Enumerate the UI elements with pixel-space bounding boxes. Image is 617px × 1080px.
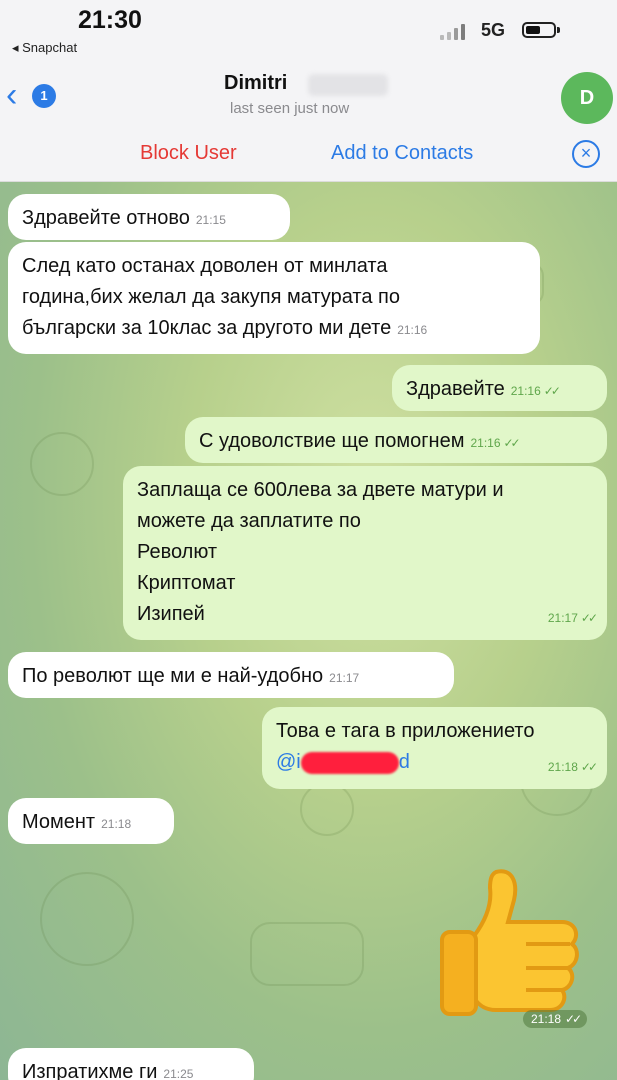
message-line: година,бих желал да закупя матурата по bbox=[22, 286, 400, 308]
message-text: Изпратихме ги bbox=[22, 1061, 158, 1080]
thumbs-up-icon bbox=[440, 869, 579, 1016]
double-check-icon: ✓✓ bbox=[580, 760, 598, 774]
signal-icon bbox=[440, 24, 470, 40]
message-bubble-incoming[interactable]: Момент 21:18 bbox=[8, 798, 174, 844]
contact-name[interactable]: Dimitri bbox=[224, 72, 287, 95]
chat-header: ‹ 1 Dimitri last seen just now D bbox=[0, 62, 617, 130]
contact-action-bar: Block User Add to Contacts × bbox=[0, 130, 617, 182]
message-time: 21:18 bbox=[531, 1012, 562, 1026]
message-bubble-incoming[interactable]: Изпратихме ги 21:25 bbox=[8, 1048, 254, 1080]
battery-tip bbox=[557, 27, 560, 33]
double-check-icon: ✓✓ bbox=[503, 436, 521, 450]
add-to-contacts-button[interactable]: Add to Contacts bbox=[331, 142, 473, 165]
message-time: 21:16 bbox=[510, 384, 541, 398]
message-line: Това е тага в приложението bbox=[276, 720, 535, 742]
mention-link-end[interactable]: d bbox=[399, 751, 410, 773]
message-text: Здравейте отново bbox=[22, 207, 190, 229]
message-time: 21:16 bbox=[397, 323, 428, 337]
close-icon[interactable]: × bbox=[572, 140, 600, 168]
message-time: 21:17 bbox=[329, 671, 360, 685]
message-bubble-outgoing[interactable]: Здравейте 21:16 ✓✓ bbox=[392, 365, 607, 411]
network-type: 5G bbox=[481, 20, 506, 40]
last-seen-status: last seen just now bbox=[230, 100, 350, 117]
message-time: 21:15 bbox=[195, 213, 226, 227]
message-text: Момент bbox=[22, 811, 96, 833]
message-bubble-incoming[interactable]: Здравейте отново 21:15 bbox=[8, 194, 290, 240]
message-line: български за 10клас за другото ми дете bbox=[22, 317, 392, 339]
message-text: По револют ще ми е най-удобно bbox=[22, 665, 324, 687]
status-time: 21:30 bbox=[78, 6, 142, 34]
message-text: С удоволствие ще помогнем bbox=[199, 430, 465, 452]
message-bubble-incoming[interactable]: След като останах доволен от минлата год… bbox=[8, 242, 540, 354]
message-bubble-outgoing[interactable]: С удоволствие ще помогнем 21:16 ✓✓ bbox=[185, 417, 607, 463]
double-check-icon: ✓✓ bbox=[543, 384, 561, 398]
redacted-username bbox=[300, 751, 399, 774]
status-bar: 21:30 ◂ Snapchat 5G bbox=[0, 0, 617, 62]
sticker-time-pill: 21:18 ✓✓ bbox=[523, 1010, 588, 1028]
back-to-app-link[interactable]: ◂ Snapchat bbox=[12, 40, 77, 56]
double-check-icon: ✓✓ bbox=[565, 1012, 582, 1026]
message-line: Заплаща се 600лева за двете матури и bbox=[137, 479, 504, 501]
block-user-button[interactable]: Block User bbox=[140, 142, 237, 165]
avatar[interactable]: D bbox=[561, 72, 613, 124]
message-bubble-incoming[interactable]: По револют ще ми е най-удобно 21:17 bbox=[8, 652, 454, 698]
message-time: 21:18 bbox=[101, 817, 132, 831]
message-line: Криптомат bbox=[137, 572, 236, 594]
message-time: 21:17 bbox=[547, 611, 578, 625]
mention-link-start[interactable]: @i bbox=[276, 751, 301, 773]
message-line: можете да заплатите по bbox=[137, 510, 361, 532]
message-time: 21:25 bbox=[163, 1067, 194, 1080]
message-line: Изипей bbox=[137, 603, 205, 625]
chevron-left-icon: ‹ bbox=[6, 76, 18, 114]
thumbs-up-sticker[interactable] bbox=[434, 860, 594, 1020]
message-bubble-outgoing[interactable]: Това е тага в приложението @i d 21:18 ✓✓ bbox=[262, 707, 607, 789]
message-bubble-outgoing[interactable]: Заплаща се 600лева за двете матури и мож… bbox=[123, 466, 607, 640]
message-time: 21:16 bbox=[470, 436, 501, 450]
battery-icon bbox=[522, 22, 556, 38]
back-button[interactable]: ‹ 1 bbox=[6, 78, 60, 114]
message-line: Револют bbox=[137, 541, 218, 563]
message-line: След като останах доволен от минлата bbox=[22, 255, 388, 277]
surname-redaction bbox=[308, 74, 388, 96]
double-check-icon: ✓✓ bbox=[580, 611, 598, 625]
unread-badge: 1 bbox=[32, 84, 56, 108]
message-time: 21:18 bbox=[547, 760, 578, 774]
message-text: Здравейте bbox=[406, 378, 505, 400]
